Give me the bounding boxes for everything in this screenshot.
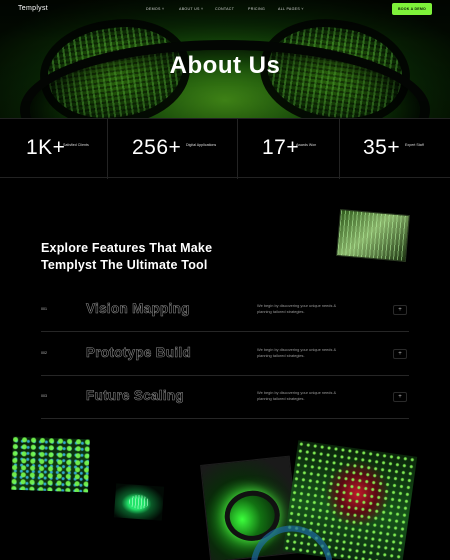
feature-image xyxy=(336,209,410,262)
stat-applications: 256+ Digital Applications xyxy=(108,119,238,179)
feature-title: Prototype Build xyxy=(86,345,191,361)
chevron-down-icon: ˅ xyxy=(162,7,165,11)
plus-icon: + xyxy=(398,394,402,400)
stat-awards: 17+ Awards Won xyxy=(238,119,340,179)
nav-item-about-us[interactable]: ABOUT US ˅ xyxy=(179,7,203,11)
stats-bar: 1K+ Satisfied Clients 256+ Digital Appli… xyxy=(0,118,450,179)
feature-description: We begin by discovering your unique need… xyxy=(257,390,337,401)
chevron-down-icon: ˅ xyxy=(301,7,304,11)
feature-description: We begin by discovering your unique need… xyxy=(257,347,337,358)
headline-line-1: Explore Features That Make xyxy=(41,241,213,255)
book-demo-button[interactable]: BOOK A DEMO xyxy=(392,3,432,15)
stat-value: 1K+ xyxy=(26,136,66,159)
stat-value: 17+ xyxy=(262,136,300,159)
stat-value: 35+ xyxy=(363,136,401,159)
nav-item-demos[interactable]: DEMOS ˅ xyxy=(146,7,164,11)
stat-staff: 35+ Expert Staff xyxy=(340,119,450,179)
expand-button[interactable]: + xyxy=(393,392,407,402)
feature-title: Vision Mapping xyxy=(86,301,190,317)
stat-label: Awards Won xyxy=(296,143,317,147)
plus-icon: + xyxy=(398,307,402,313)
stat-label: Satisfied Clients xyxy=(63,143,89,147)
stat-value: 256+ xyxy=(132,136,182,159)
expand-button[interactable]: + xyxy=(393,349,407,359)
features-headline: Explore Features That Make Templyst The … xyxy=(41,240,212,274)
expand-button[interactable]: + xyxy=(393,305,407,315)
gallery-image-vr-headset xyxy=(113,483,165,521)
feature-title: Future Scaling xyxy=(86,388,184,404)
feature-number: 003 xyxy=(41,394,47,398)
feature-description: We begin by discovering your unique need… xyxy=(257,303,337,314)
chevron-down-icon: ˅ xyxy=(201,7,204,11)
stat-label: Digital Applications xyxy=(186,143,217,147)
feature-number: 001 xyxy=(41,307,47,311)
feature-row[interactable]: 002 Prototype Build We begin by discover… xyxy=(41,332,409,376)
nav-menu: DEMOS ˅ ABOUT US ˅ CONTACT PRICING ALL P… xyxy=(0,7,450,15)
nav-item-pricing[interactable]: PRICING xyxy=(248,7,265,11)
nav-item-contact[interactable]: CONTACT xyxy=(215,7,234,11)
stat-label: Expert Staff xyxy=(405,143,424,147)
page-title: About Us xyxy=(169,52,281,79)
plus-icon: + xyxy=(398,351,402,357)
gallery-image-data-particles xyxy=(11,436,90,493)
feature-row[interactable]: 003 Future Scaling We begin by discoveri… xyxy=(41,375,409,419)
headline-line-2: Templyst The Ultimate Tool xyxy=(41,258,208,272)
hero-section: Templyst DEMOS ˅ ABOUT US ˅ CONTACT PRIC… xyxy=(0,0,450,118)
gallery-image-digital-figure xyxy=(282,440,418,560)
feature-number: 002 xyxy=(41,351,47,355)
nav-item-all-pages[interactable]: ALL PAGES ˅ xyxy=(278,7,304,11)
stat-clients: 1K+ Satisfied Clients xyxy=(0,119,108,179)
top-navigation: Templyst DEMOS ˅ ABOUT US ˅ CONTACT PRIC… xyxy=(0,0,450,20)
feature-row[interactable]: 001 Vision Mapping We begin by discoveri… xyxy=(41,288,409,332)
